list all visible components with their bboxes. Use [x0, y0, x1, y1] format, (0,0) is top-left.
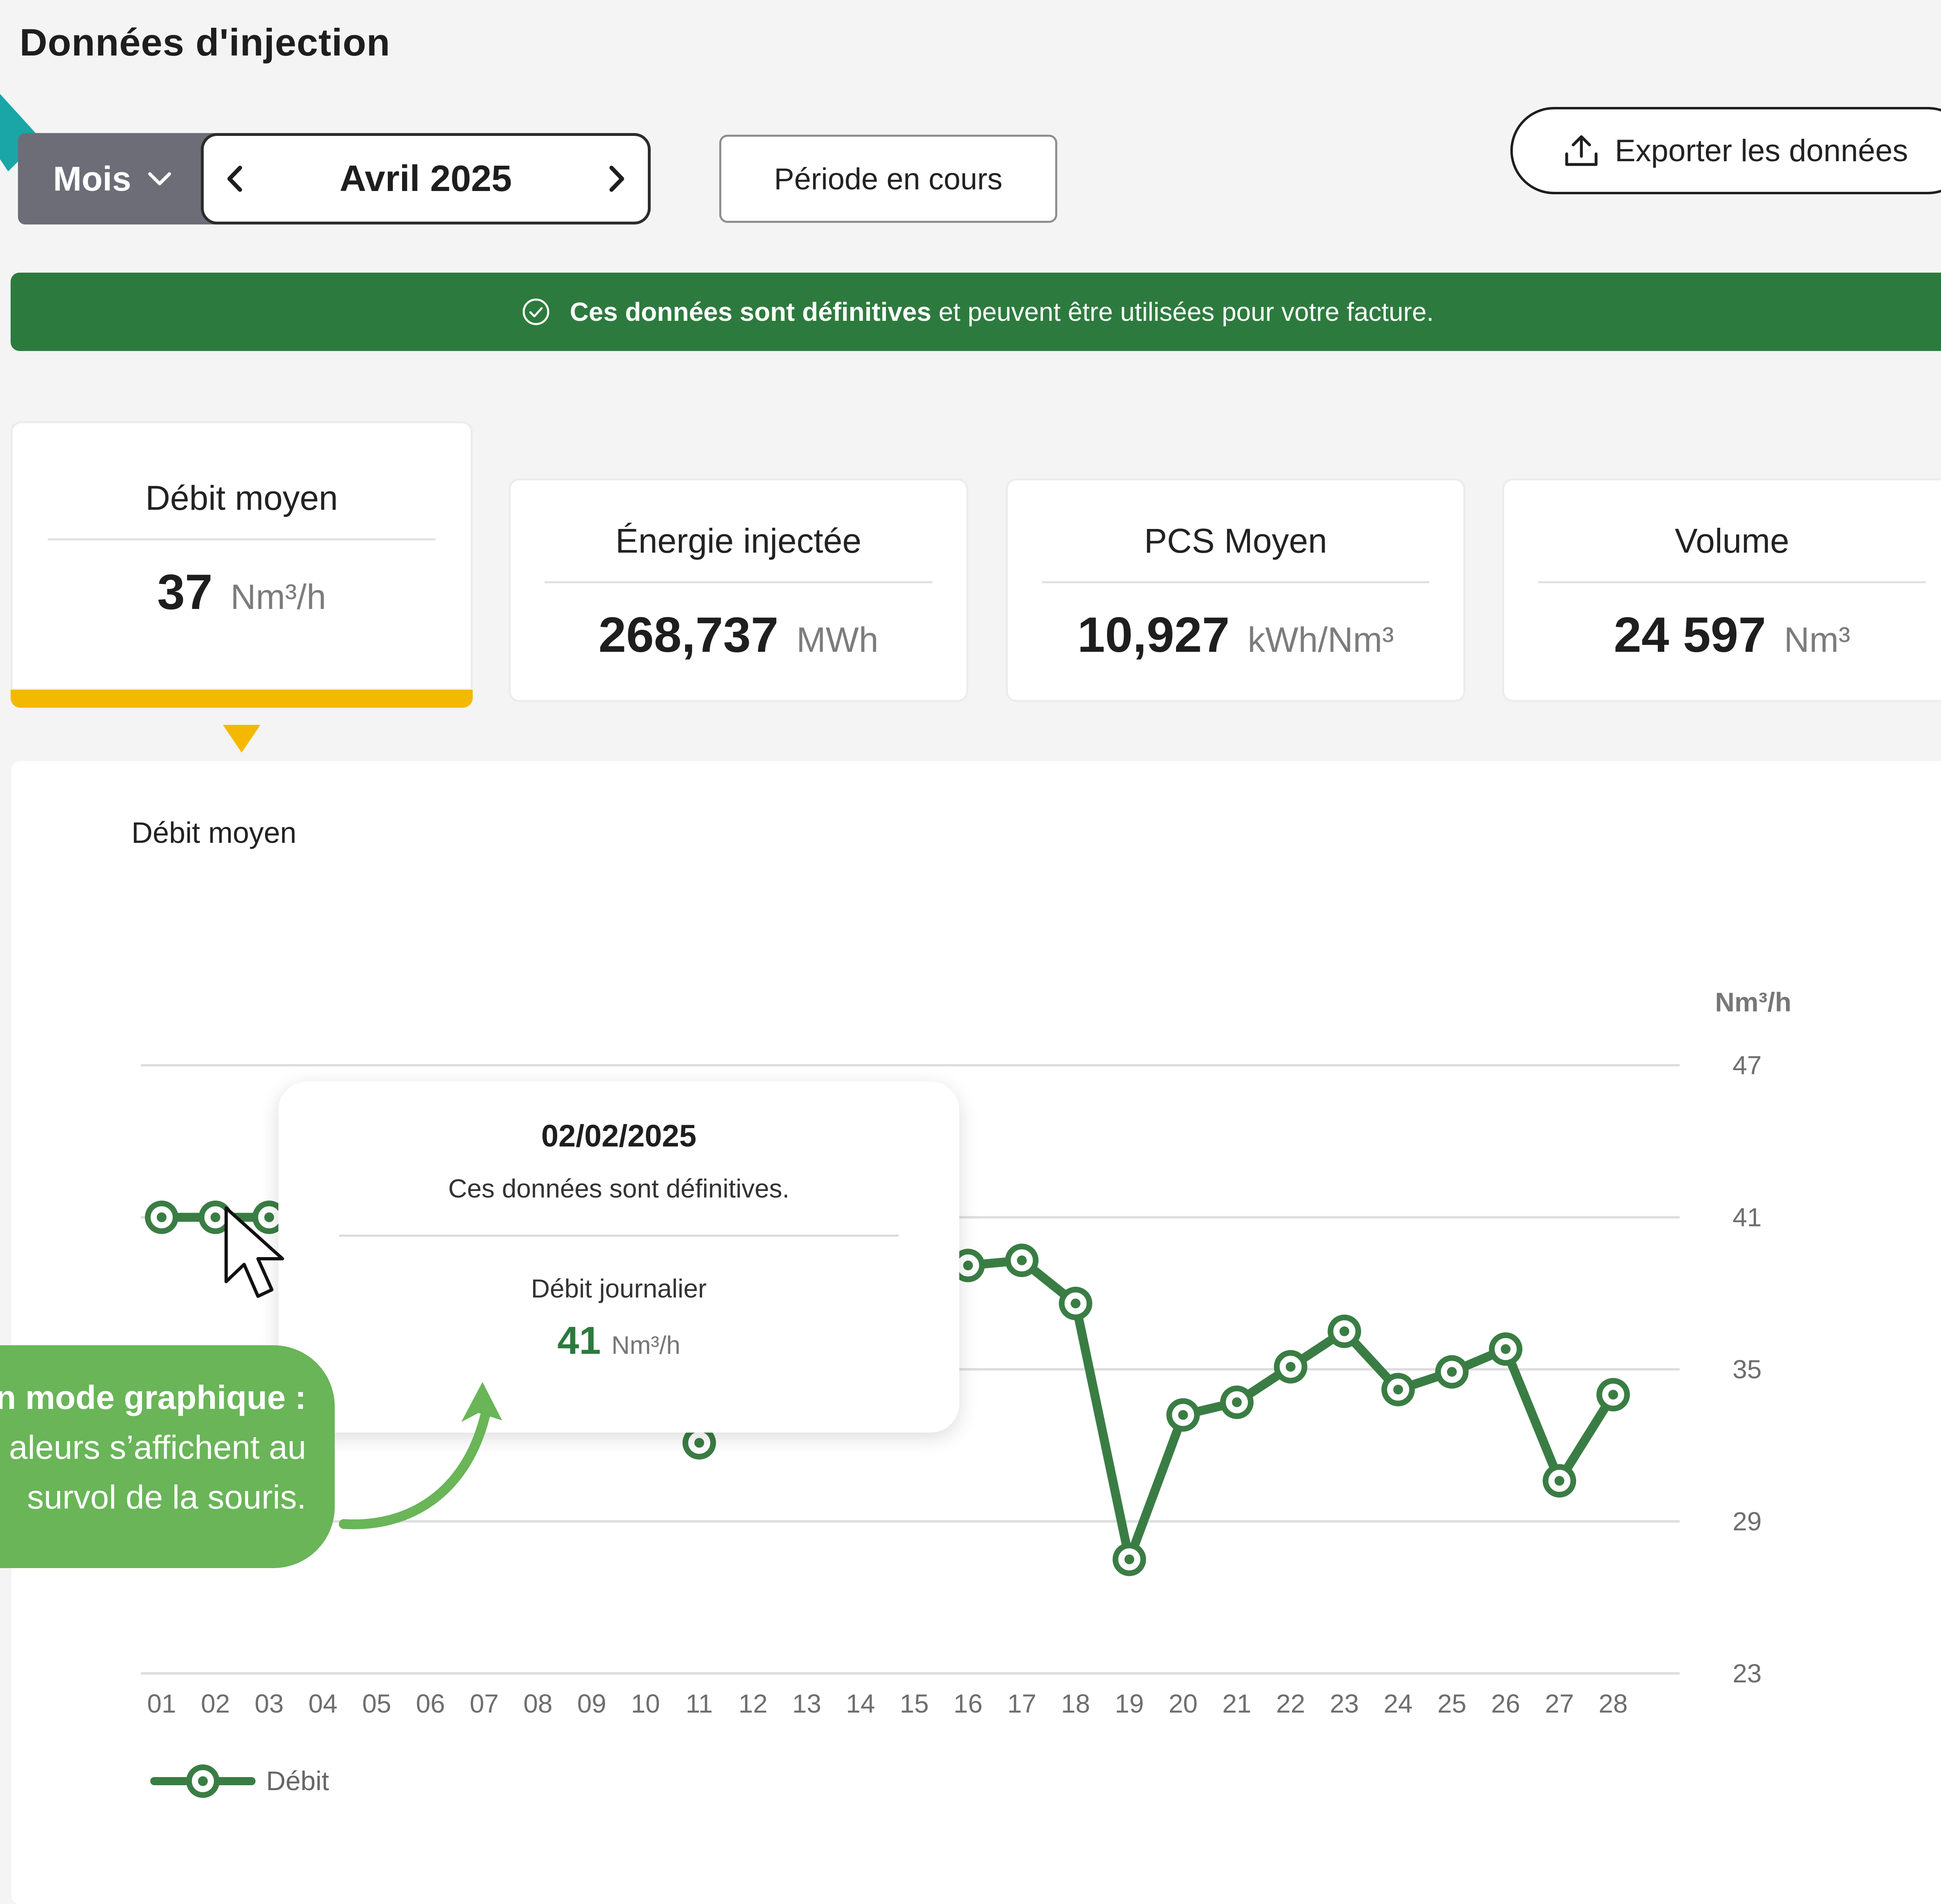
x-tick-label: 23: [1330, 1689, 1359, 1718]
x-tick-label: 18: [1061, 1689, 1090, 1718]
x-tick-label: 24: [1384, 1689, 1413, 1718]
series-segment: [1125, 1410, 1188, 1564]
x-tick-label: 08: [523, 1689, 552, 1718]
legend-label: Débit: [266, 1766, 329, 1796]
x-tick-label: 10: [631, 1689, 660, 1718]
data-point-center: [1554, 1476, 1565, 1486]
y-tick-label: 29: [1732, 1507, 1761, 1536]
data-point-center: [1017, 1255, 1027, 1266]
x-tick-label: 14: [846, 1689, 875, 1718]
data-point-center: [157, 1212, 167, 1222]
data-point-center: [963, 1260, 973, 1271]
x-tick-label: 09: [577, 1689, 606, 1718]
x-tick-label: 01: [147, 1689, 176, 1718]
y-tick-label: 41: [1732, 1203, 1761, 1232]
data-point-center: [1070, 1298, 1081, 1309]
data-point-center: [1608, 1390, 1618, 1400]
tooltip-value: 41: [557, 1319, 601, 1362]
tooltip-status: Ces données sont définitives.: [448, 1174, 790, 1203]
data-point-center: [1285, 1362, 1296, 1372]
data-point-center: [1393, 1384, 1403, 1395]
x-tick-label: 13: [792, 1689, 821, 1718]
x-tick-label: 02: [201, 1689, 230, 1718]
x-tick-label: 25: [1437, 1689, 1466, 1718]
callout-line-3: survol de la souris.: [27, 1479, 306, 1516]
x-tick-label: 22: [1276, 1689, 1305, 1718]
hint-callout: n mode graphique : aleurs s’affichent au…: [0, 1345, 335, 1568]
y-tick-label: 23: [1732, 1659, 1761, 1688]
x-tick-label: 07: [470, 1689, 499, 1718]
x-tick-label: 05: [362, 1689, 391, 1718]
y-axis-unit-label: Nm³/h: [1715, 987, 1792, 1017]
callout-line-1: n mode graphique :: [0, 1379, 306, 1416]
x-tick-label: 20: [1169, 1689, 1198, 1718]
curved-arrow-icon: [339, 1382, 502, 1529]
legend-swatch-marker-center: [198, 1776, 208, 1786]
data-point-center: [1501, 1344, 1511, 1354]
x-tick-label: 12: [738, 1689, 767, 1718]
x-tick-label: 26: [1491, 1689, 1520, 1718]
x-tick-label: 17: [1007, 1689, 1036, 1718]
tooltip-date: 02/02/2025: [541, 1119, 697, 1153]
x-tick-label: 28: [1599, 1689, 1628, 1718]
data-point-center: [210, 1212, 220, 1222]
callout-line-2: aleurs s’affichent au: [9, 1429, 306, 1466]
x-tick-label: 16: [954, 1689, 983, 1718]
tooltip-value-group: 41 Nm³/h: [557, 1318, 680, 1363]
data-point-center: [1447, 1367, 1457, 1377]
mouse-cursor-icon: [225, 1206, 284, 1298]
tooltip-label: Débit journalier: [531, 1274, 707, 1303]
data-point-center: [1232, 1397, 1242, 1407]
x-tick-label: 03: [255, 1689, 284, 1718]
x-tick-label: 11: [686, 1689, 713, 1718]
data-point-center: [1124, 1554, 1134, 1564]
x-tick-label: 19: [1115, 1689, 1144, 1718]
x-tick-label: 15: [900, 1689, 929, 1718]
data-point-center: [694, 1438, 704, 1448]
x-tick-label: 27: [1545, 1689, 1574, 1718]
y-tick-label: 47: [1732, 1051, 1761, 1080]
data-point-center: [1178, 1410, 1188, 1420]
data-point-center: [1339, 1326, 1350, 1336]
x-tick-label: 06: [416, 1689, 445, 1718]
x-tick-label: 04: [309, 1689, 338, 1718]
y-tick-label: 35: [1732, 1355, 1761, 1384]
tooltip-divider: [339, 1235, 898, 1237]
tooltip-unit: Nm³/h: [611, 1331, 680, 1360]
x-tick-label: 21: [1222, 1689, 1251, 1718]
debit-line-chart[interactable]: 47 41 35 29 23 Nm³/h 01 02 03 04 05 06 07 08 09 10 11 12 1…: [0, 0, 1941, 1880]
